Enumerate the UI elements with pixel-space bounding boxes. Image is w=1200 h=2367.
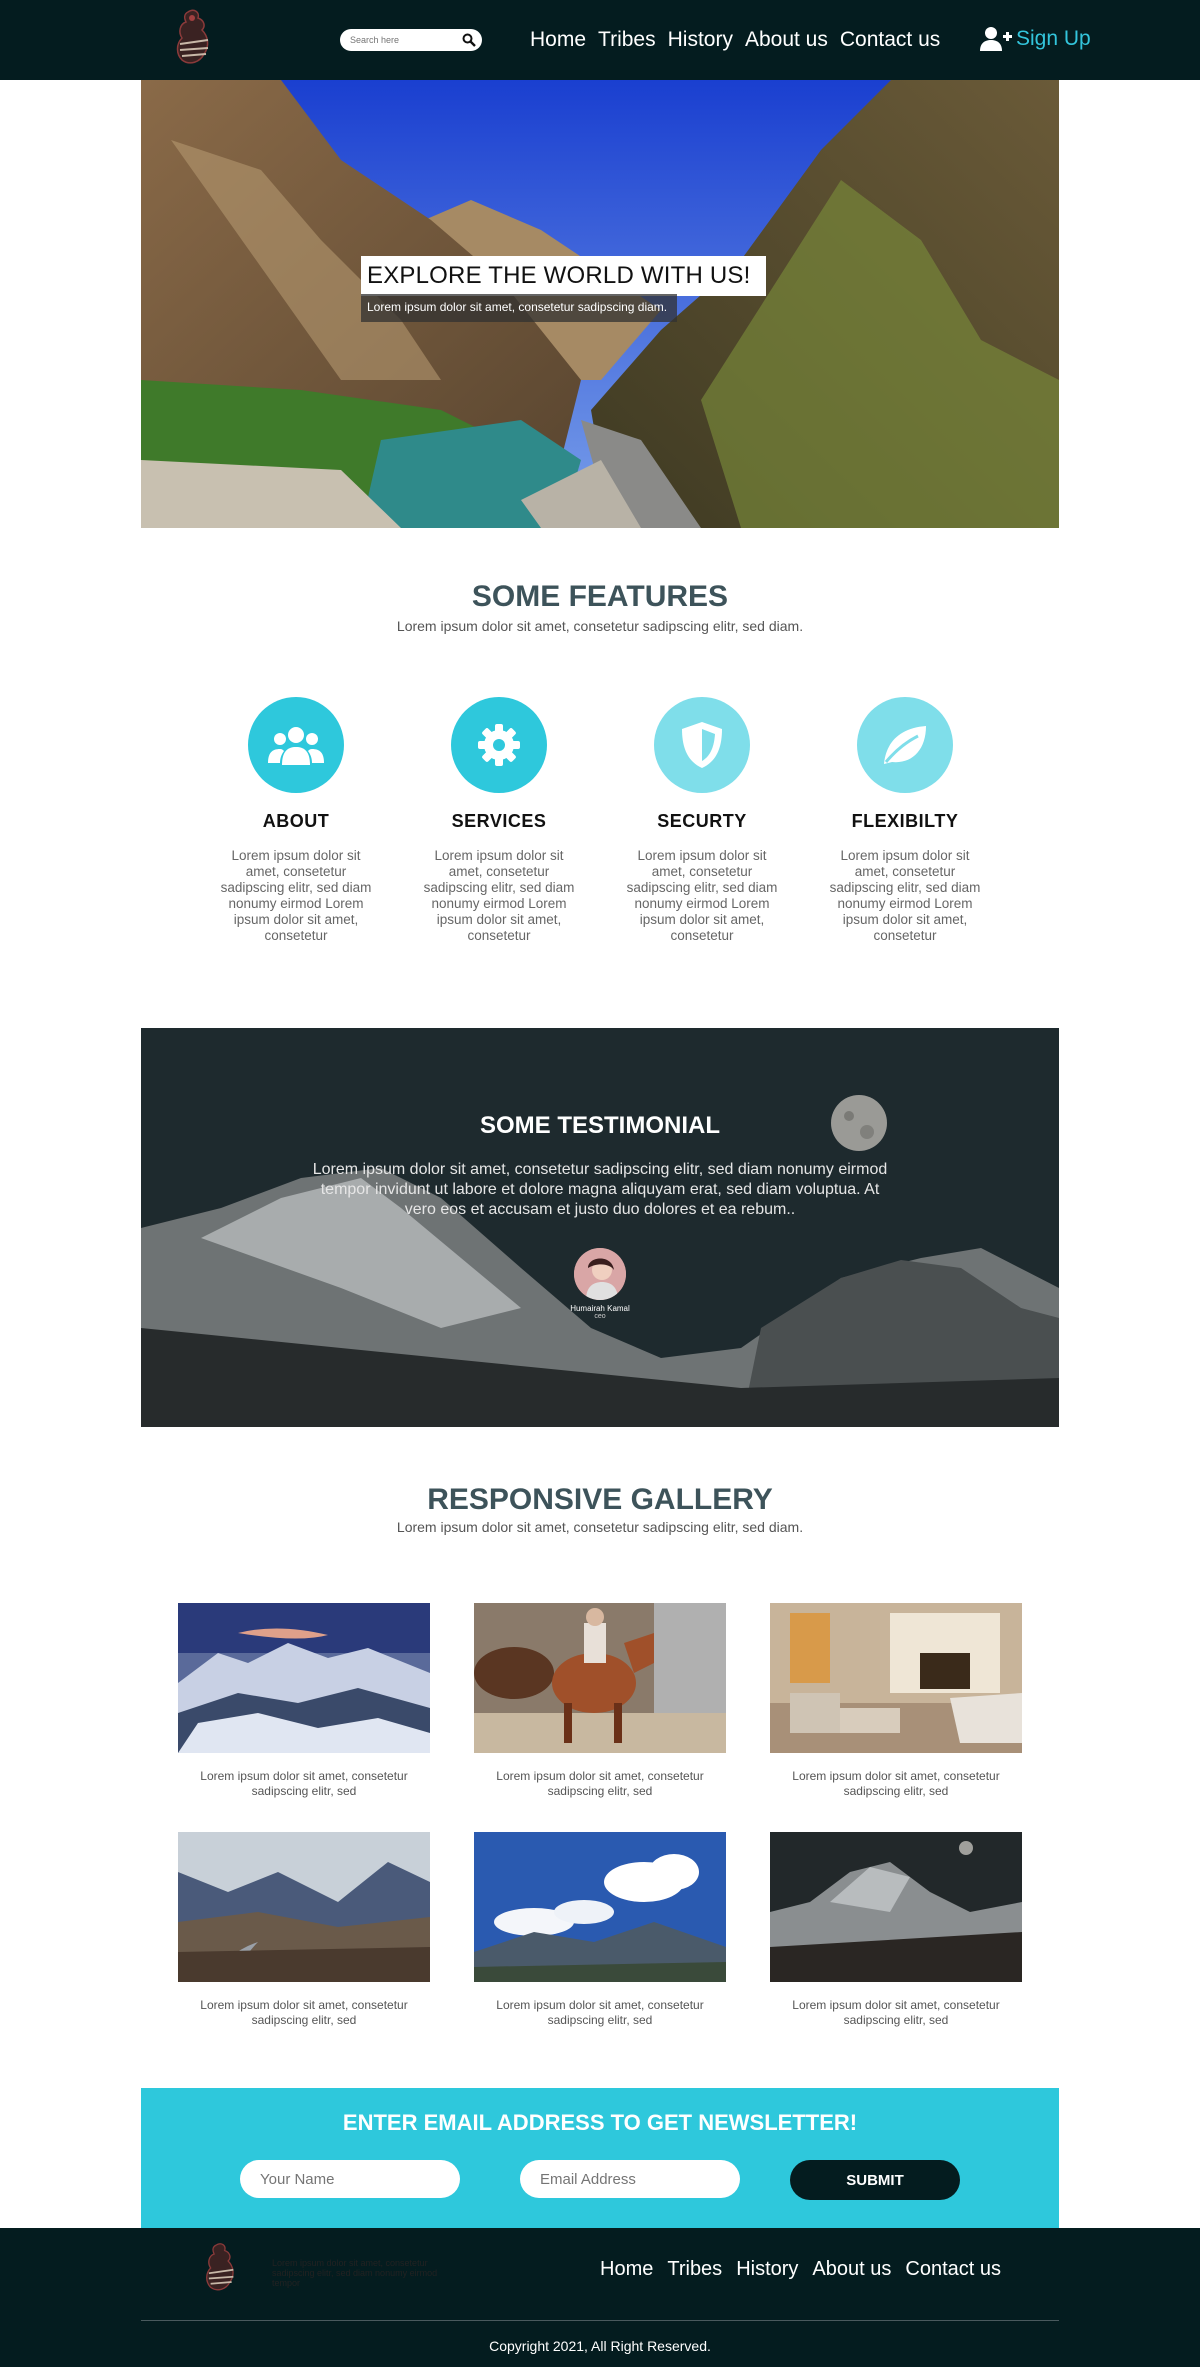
gallery-caption: Lorem ipsum dolor sit amet, consetetur s…	[496, 1998, 704, 2027]
gallery-caption: Lorem ipsum dolor sit amet, consetetur s…	[792, 1769, 1000, 1798]
site-logo[interactable]	[170, 6, 220, 70]
main-nav: Home Tribes History About us Contact us	[530, 28, 952, 52]
gallery-image-horse-rider	[474, 1603, 726, 1753]
newsletter-section: ENTER EMAIL ADDRESS TO GET NEWSLETTER! S…	[141, 2088, 1059, 2228]
testimonial-title: SOME TESTIMONIAL	[480, 1112, 720, 1139]
feature-about: ABOUT Lorem ipsum dolor sit amet, conset…	[216, 697, 376, 944]
search-icon[interactable]	[462, 33, 476, 47]
testimonial-section: SOME TESTIMONIAL Lorem ipsum dolor sit a…	[141, 1028, 1059, 1427]
gallery-caption: Lorem ipsum dolor sit amet, consetetur s…	[496, 1769, 704, 1798]
footer-divider	[141, 2320, 1059, 2321]
gallery-item[interactable]: Lorem ipsum dolor sit amet, consetetur s…	[770, 1603, 1022, 1799]
feature-text: Lorem ipsum dolor sit amet, consetetur s…	[829, 848, 981, 943]
gallery-item[interactable]: Lorem ipsum dolor sit amet, consetetur s…	[178, 1832, 430, 2028]
gallery-item[interactable]: Lorem ipsum dolor sit amet, consetetur s…	[770, 1832, 1022, 2028]
gear-icon	[451, 697, 547, 793]
gallery-image-living-room	[770, 1603, 1022, 1753]
footer-nav-history[interactable]: History	[736, 2258, 798, 2281]
submit-button[interactable]: SUBMIT	[790, 2160, 960, 2200]
signup-button[interactable]: Sign Up	[980, 25, 1091, 53]
feature-text: Lorem ipsum dolor sit amet, consetetur s…	[220, 848, 372, 943]
testimonial-author: Humairah Kamal	[570, 1304, 630, 1313]
feature-title: SERVICES	[451, 811, 547, 831]
feature-title: SECURTY	[657, 811, 747, 831]
gallery-caption: Lorem ipsum dolor sit amet, consetetur s…	[792, 1998, 1000, 2027]
footer-logo[interactable]	[200, 2240, 244, 2296]
footer: Lorem ipsum dolor sit amet, consetetur s…	[0, 2228, 1200, 2367]
name-field[interactable]	[240, 2160, 460, 2198]
users-icon	[248, 697, 344, 793]
leaf-icon	[857, 697, 953, 793]
hero-subtitle: Lorem ipsum dolor sit amet, consetetur s…	[361, 294, 678, 322]
feature-flexibility: FLEXIBILTY Lorem ipsum dolor sit amet, c…	[825, 697, 985, 944]
hero-banner: EXPLORE THE WORLD WITH US! Lorem ipsum d…	[141, 80, 1059, 528]
gallery-item[interactable]: Lorem ipsum dolor sit amet, consetetur s…	[474, 1832, 726, 2028]
feature-services: SERVICES Lorem ipsum dolor sit amet, con…	[419, 697, 579, 944]
gallery-image-clouds-mountains	[474, 1832, 726, 1982]
search-input[interactable]	[350, 32, 455, 48]
copyright: Copyright 2021, All Right Reserved.	[489, 2338, 711, 2354]
gallery-image-valley	[178, 1832, 430, 1982]
features-title: SOME FEATURES	[471, 580, 729, 613]
gallery-title: RESPONSIVE GALLERY	[427, 1483, 773, 1516]
feature-title: ABOUT	[262, 811, 330, 831]
gallery-image-snowy-mountains	[178, 1603, 430, 1753]
gallery-image-night-mountain	[770, 1832, 1022, 1982]
footer-nav-home[interactable]: Home	[600, 2258, 653, 2281]
testimonial-mountain-background	[141, 1028, 1059, 1427]
footer-nav-contact-us[interactable]: Contact us	[905, 2258, 1001, 2281]
testimonial-text: Lorem ipsum dolor sit amet, consetetur s…	[312, 1161, 888, 1218]
footer-description: Lorem ipsum dolor sit amet, consetetur s…	[272, 2258, 438, 2288]
feature-text: Lorem ipsum dolor sit amet, consetetur s…	[626, 848, 778, 943]
signup-label: Sign Up	[1016, 27, 1091, 50]
gallery-item[interactable]: Lorem ipsum dolor sit amet, consetetur s…	[474, 1603, 726, 1799]
testimonial-role: ceo	[594, 1313, 606, 1320]
feature-title: FLEXIBILTY	[851, 811, 959, 831]
feature-security: SECURTY Lorem ipsum dolor sit amet, cons…	[622, 697, 782, 944]
nav-contact-us[interactable]: Contact us	[840, 28, 940, 52]
user-plus-icon	[980, 27, 1012, 51]
feature-text: Lorem ipsum dolor sit amet, consetetur s…	[423, 848, 575, 943]
gallery-caption: Lorem ipsum dolor sit amet, consetetur s…	[200, 1769, 408, 1798]
nav-home[interactable]: Home	[530, 28, 586, 52]
nav-history[interactable]: History	[668, 28, 733, 52]
shield-icon	[654, 697, 750, 793]
gallery-item[interactable]: Lorem ipsum dolor sit amet, consetetur s…	[178, 1603, 430, 1799]
nav-about-us[interactable]: About us	[745, 28, 828, 52]
gallery-caption: Lorem ipsum dolor sit amet, consetetur s…	[200, 1998, 408, 2027]
footer-nav-tribes[interactable]: Tribes	[667, 2258, 722, 2281]
avatar	[574, 1248, 626, 1300]
hero-title: EXPLORE THE WORLD WITH US!	[361, 256, 767, 296]
search-box	[340, 29, 482, 51]
gallery-subtitle: Lorem ipsum dolor sit amet, consetetur s…	[396, 1519, 804, 1535]
nav-tribes[interactable]: Tribes	[598, 28, 656, 52]
features-subtitle: Lorem ipsum dolor sit amet, consetetur s…	[396, 618, 804, 634]
newsletter-title: ENTER EMAIL ADDRESS TO GET NEWSLETTER!	[342, 2110, 858, 2135]
footer-nav: Home Tribes History About us Contact us	[600, 2258, 1015, 2281]
footer-nav-about-us[interactable]: About us	[812, 2258, 891, 2281]
email-field[interactable]	[520, 2160, 740, 2198]
navbar: Home Tribes History About us Contact us …	[0, 0, 1200, 80]
